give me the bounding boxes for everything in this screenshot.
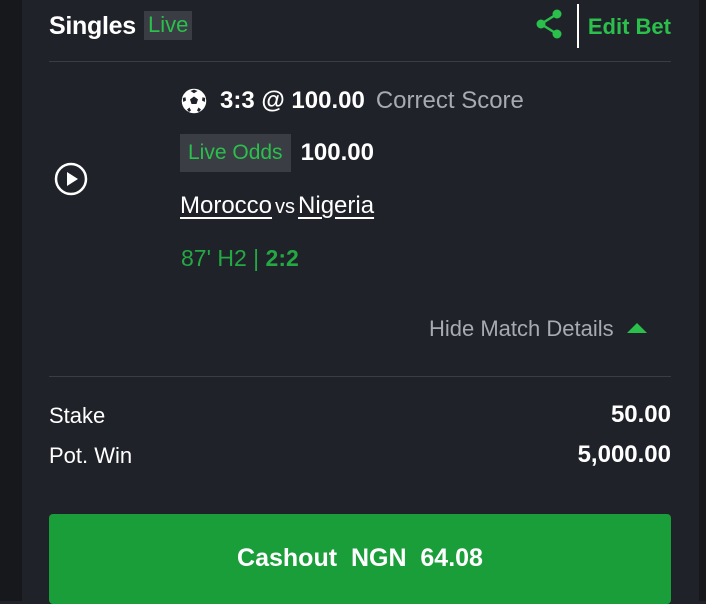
hide-match-details-label: Hide Match Details	[429, 316, 614, 341]
live-badge: Live	[144, 11, 193, 40]
hide-match-details-toggle[interactable]: Hide Match Details	[429, 315, 647, 343]
header-divider	[577, 4, 579, 48]
home-team[interactable]: Morocco	[180, 192, 272, 219]
caret-up-icon	[626, 323, 647, 333]
potential-win-value: 5,000.00	[577, 441, 671, 468]
divider	[49, 376, 671, 377]
left-edge	[0, 0, 22, 601]
play-icon[interactable]	[54, 162, 88, 196]
match-link[interactable]: Morocco vs Nigeria	[180, 192, 374, 220]
bet-type-title: Singles	[49, 12, 136, 40]
selection-row: 3:3 @ 100.00 Correct Score	[181, 86, 524, 116]
live-odds-badge: Live Odds	[180, 134, 291, 172]
away-team[interactable]: Nigeria	[298, 192, 374, 219]
cashout-label: Cashout NGN 64.08	[237, 544, 483, 572]
current-score: 2:2	[265, 245, 299, 271]
selection-pick: 3:3 @ 100.00	[220, 87, 365, 114]
market-name: Correct Score	[375, 87, 524, 114]
live-odds-value: 100.00	[300, 139, 374, 166]
match-time: 87' H2 |	[181, 245, 266, 271]
edit-bet-button[interactable]: Edit Bet	[588, 14, 671, 40]
divider	[49, 61, 671, 62]
vs-label: vs	[275, 196, 296, 218]
right-edge	[699, 0, 706, 601]
odds-row: Live Odds 100.00	[180, 133, 374, 173]
soccer-ball-icon	[181, 88, 207, 114]
bet-header: Singles Live Edit Bet	[49, 4, 671, 48]
cashout-button[interactable]: Cashout NGN 64.08	[49, 514, 671, 604]
stake-value: 50.00	[610, 401, 671, 428]
share-icon[interactable]	[534, 9, 564, 39]
stake-label: Stake	[49, 403, 106, 428]
match-status: 87' H2 | 2:2	[181, 245, 299, 272]
potential-win-label: Pot. Win	[49, 443, 133, 468]
